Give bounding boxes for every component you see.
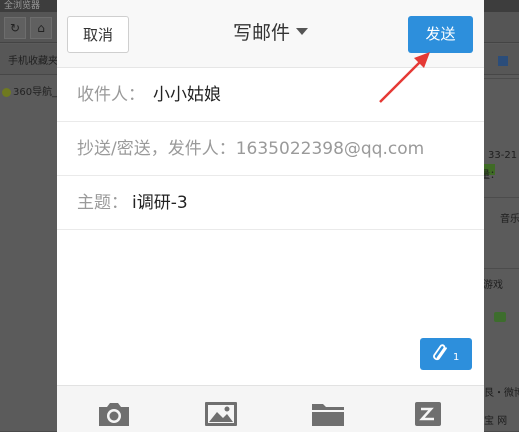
cc-bcc-sender-label: 抄送/密送，发件人： [77, 139, 236, 159]
bg-text: 33-21 [488, 150, 518, 161]
recipient-value[interactable]: 小小姑娘 [153, 85, 221, 105]
nav-tab[interactable]: 360导航_ [2, 83, 57, 98]
app-icon [498, 56, 508, 66]
sender-value: 1635022398@qq.com [235, 139, 425, 159]
cc-bcc-sender-field[interactable]: 抄送/密送，发件人：1635022398@qq.com [57, 122, 484, 176]
subject-value[interactable]: i调研-3 [132, 193, 188, 213]
nav-tab-icon [2, 87, 11, 97]
paperclip-icon [433, 344, 447, 361]
annotation-arrow-icon [379, 52, 430, 103]
favorites-label[interactable]: 手机收藏夹 [8, 52, 58, 67]
bg-text: 音乐 [500, 214, 519, 225]
bg-text: 游戏 [483, 280, 503, 291]
gamepad-icon [494, 312, 506, 322]
attachment-count: 1 [453, 352, 460, 363]
edit-icon[interactable] [413, 400, 443, 428]
bg-text: 宝 网 [484, 416, 508, 427]
nav-tab-label: 360导航_ [13, 87, 58, 98]
camera-icon[interactable] [97, 400, 131, 428]
recipient-label: 收件人： [77, 85, 145, 105]
subject-field[interactable]: 主题： i调研-3 [57, 176, 484, 230]
attachment-button[interactable]: 1 [420, 338, 472, 370]
refresh-icon[interactable]: ↻ [4, 17, 26, 39]
home-icon[interactable]: ⌂ [30, 17, 52, 39]
image-icon[interactable] [204, 400, 238, 428]
page-title-text: 写邮件 [232, 22, 290, 44]
folder-icon[interactable] [311, 400, 345, 428]
bg-text: 量： [480, 170, 500, 181]
subject-label: 主题： [77, 193, 128, 213]
bg-text: 艮・微博 [484, 388, 519, 399]
caret-down-icon [296, 28, 308, 35]
